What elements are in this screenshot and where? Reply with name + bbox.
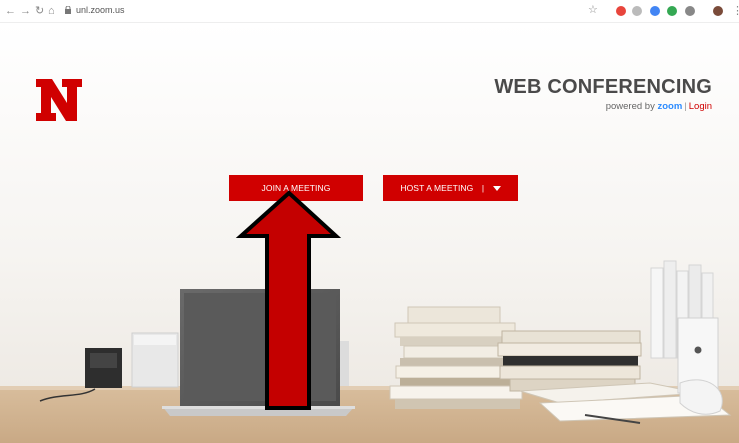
extension-icon[interactable] xyxy=(667,6,677,16)
extension-icon[interactable] xyxy=(616,6,626,16)
reload-icon[interactable]: ↻ xyxy=(35,4,44,18)
browser-toolbar: ← → ↻ ⌂ unl.zoom.us ☆ ⋮ xyxy=(0,0,739,23)
pointer-arrow-icon xyxy=(235,190,342,410)
forward-icon[interactable]: → xyxy=(20,4,31,18)
home-icon[interactable]: ⌂ xyxy=(48,4,55,18)
lock-icon xyxy=(65,6,71,14)
star-icon[interactable]: ☆ xyxy=(588,3,598,17)
address-url: unl.zoom.us xyxy=(76,5,125,15)
back-icon[interactable]: ← xyxy=(5,4,16,18)
address-bar[interactable]: unl.zoom.us xyxy=(63,3,503,19)
profile-avatar[interactable] xyxy=(713,6,723,16)
menu-icon[interactable]: ⋮ xyxy=(732,4,739,18)
extension-icon[interactable] xyxy=(632,6,642,16)
page-content: WEB CONFERENCING powered by zoom | Login J… xyxy=(0,23,739,443)
extension-icon[interactable] xyxy=(685,6,695,16)
extension-icon[interactable] xyxy=(650,6,660,16)
